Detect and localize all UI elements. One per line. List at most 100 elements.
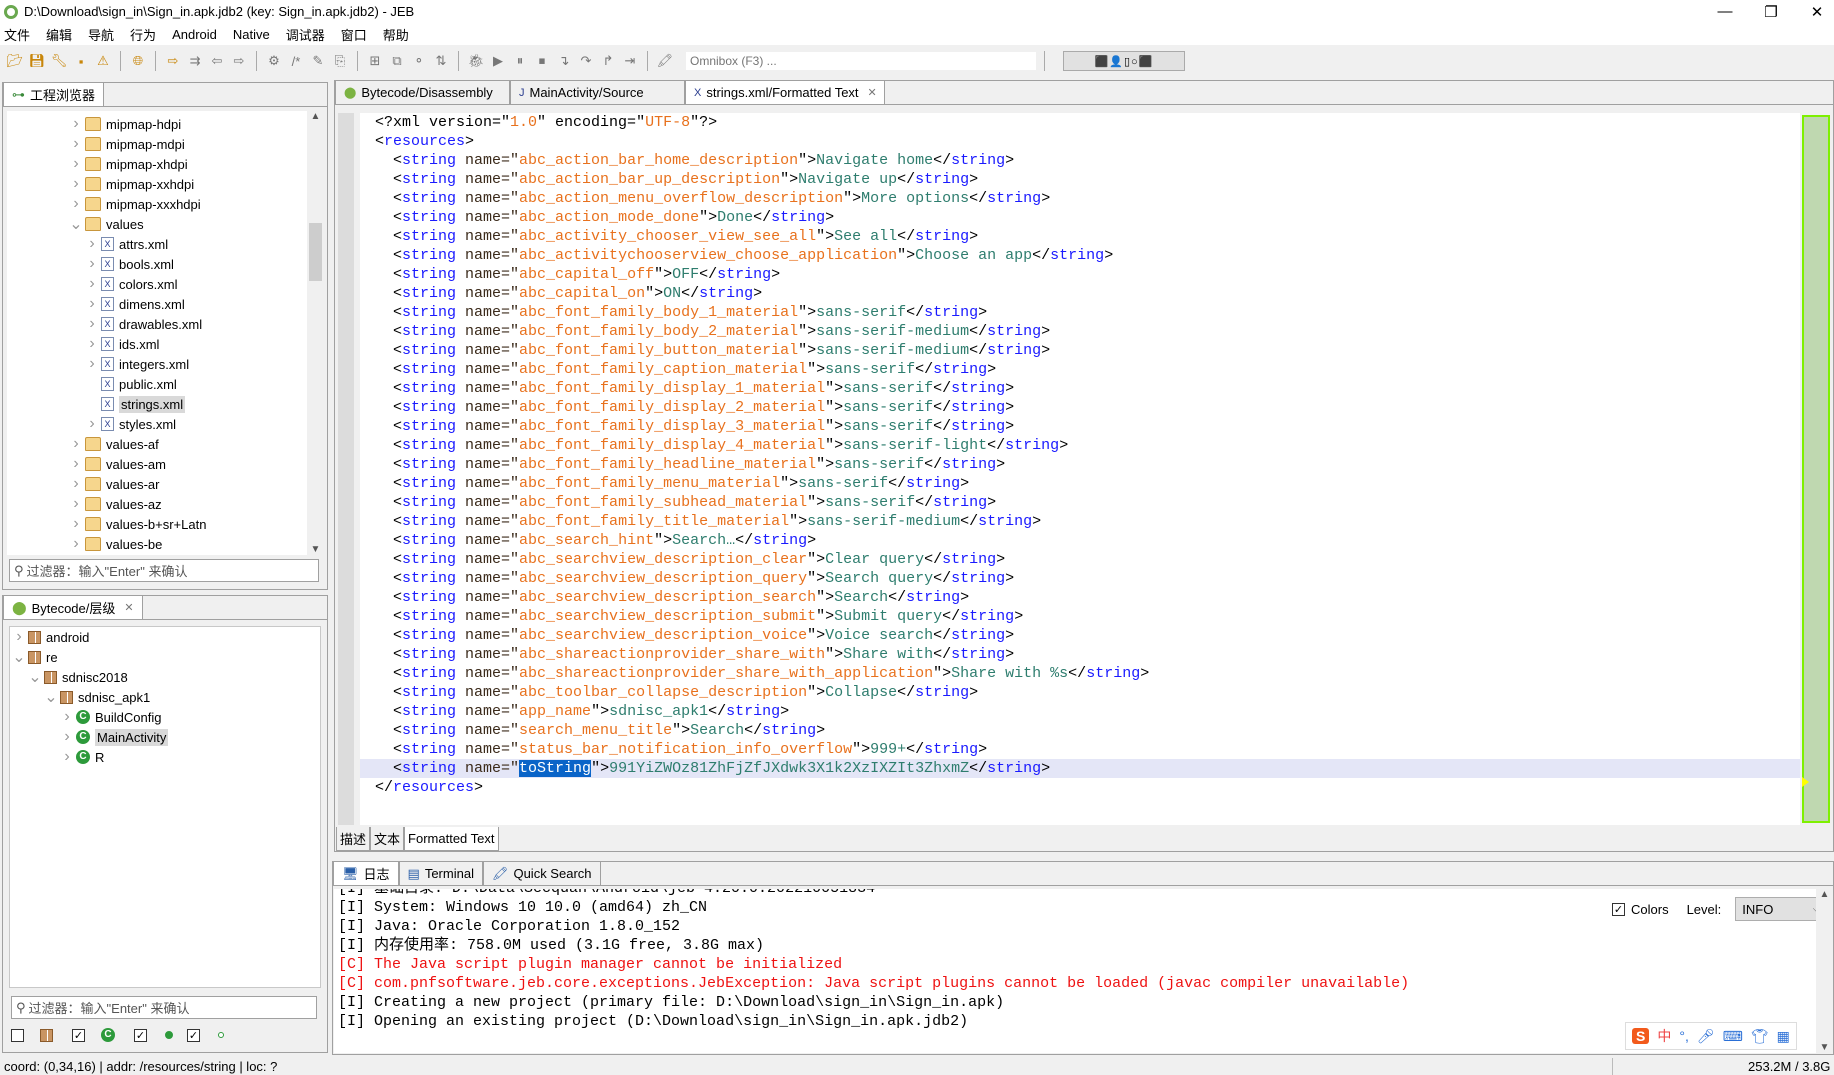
code-line[interactable]: <string name="abc_action_bar_home_descri… xyxy=(360,151,1800,170)
level-select[interactable]: INFO⌵ xyxy=(1735,897,1828,921)
chevron-right-icon[interactable]: › xyxy=(60,708,74,726)
close-tab-icon[interactable]: ✕ xyxy=(868,86,877,99)
code-line[interactable]: <string name="abc_search_hint">Search…</… xyxy=(360,531,1800,550)
menu-6[interactable]: 调试器 xyxy=(286,25,325,44)
code-line[interactable]: <string name="status_bar_notification_in… xyxy=(360,740,1800,759)
code-line[interactable]: <string name="abc_font_family_display_1_… xyxy=(360,379,1800,398)
code-line[interactable]: <string name="abc_font_family_body_1_mat… xyxy=(360,303,1800,322)
chevron-right-icon[interactable]: › xyxy=(69,455,83,473)
wrench-icon[interactable]: 🔧︎ xyxy=(50,52,68,70)
scrollbar-thumb[interactable] xyxy=(309,223,322,281)
chevron-right-icon[interactable]: › xyxy=(69,435,83,453)
tree-item[interactable]: › Xintegers.xml xyxy=(7,354,307,374)
terminal-icon[interactable]: ▪ xyxy=(72,52,90,70)
stop-icon[interactable]: ⏹ xyxy=(533,52,551,70)
menu-5[interactable]: Native xyxy=(233,27,270,42)
code-line[interactable]: <string name="abc_searchview_description… xyxy=(360,626,1800,645)
pause-icon[interactable]: ⏸ xyxy=(511,52,529,70)
bytecode-filter-input[interactable]: ⚲ 过滤器：输入"Enter" 来确认 xyxy=(11,996,317,1019)
menu-7[interactable]: 窗口 xyxy=(341,25,367,44)
tab-editor-0[interactable]: ⬤ Bytecode/Disassembly xyxy=(335,80,510,104)
code-line[interactable]: <string name="abc_font_family_title_mate… xyxy=(360,512,1800,531)
chevron-right-icon[interactable]: › xyxy=(85,235,99,253)
tab-view-0[interactable]: 描述 xyxy=(336,827,371,851)
run-icon[interactable]: ▶ xyxy=(489,52,507,70)
tree-item[interactable]: › Xdrawables.xml xyxy=(7,314,307,334)
menu-0[interactable]: 文件 xyxy=(4,25,30,44)
tree-item[interactable]: › mipmap-hdpi xyxy=(7,114,307,134)
step-over-icon[interactable]: ↷ xyxy=(577,52,595,70)
chevron-right-icon[interactable]: › xyxy=(69,515,83,533)
tree-item[interactable]: › values-am xyxy=(7,454,307,474)
restore-button[interactable]: ❐ xyxy=(1748,0,1794,23)
chevron-down-icon[interactable]: ⌄ xyxy=(69,214,83,234)
menu-2[interactable]: 导航 xyxy=(88,25,114,44)
tree-item[interactable]: › C BuildConfig xyxy=(10,707,320,727)
tree-item[interactable]: ⌄ sdnisc2018 xyxy=(10,667,320,687)
code-line[interactable]: <string name="abc_font_family_display_4_… xyxy=(360,436,1800,455)
tab-view-2[interactable]: Formatted Text xyxy=(404,827,499,851)
export-icon[interactable]: ⎘ xyxy=(331,52,349,70)
tree-item[interactable]: Xstrings.xml xyxy=(7,394,307,414)
chevron-right-icon[interactable]: › xyxy=(85,255,99,273)
nodes-icon[interactable]: ⚬ xyxy=(410,52,428,70)
jump-ref-icon[interactable]: ⇉ xyxy=(186,52,204,70)
marker-icon[interactable]: 🖍︎ xyxy=(656,52,674,70)
chevron-right-icon[interactable]: › xyxy=(60,748,74,766)
tree-item[interactable]: › Xstyles.xml xyxy=(7,414,307,434)
code-line[interactable]: <string name="abc_font_family_button_mat… xyxy=(360,341,1800,360)
chevron-right-icon[interactable]: › xyxy=(69,175,83,193)
step-into-icon[interactable]: ↴ xyxy=(555,52,573,70)
code-line[interactable]: <string name="abc_capital_on">ON</string… xyxy=(360,284,1800,303)
decompile-icon[interactable]: ⚙ xyxy=(265,52,283,70)
ime-toolbar[interactable]: S 中 °, 🎤︎ ⌨ 👕︎ ▦ xyxy=(1625,1022,1797,1050)
back-icon[interactable]: ⇦ xyxy=(208,52,226,70)
chevron-right-icon[interactable]: › xyxy=(85,415,99,433)
grid-icon[interactable]: ⊞ xyxy=(366,52,384,70)
tree-item[interactable]: Xpublic.xml xyxy=(7,374,307,394)
tree-item[interactable]: › C R xyxy=(10,747,320,767)
code-line[interactable]: <string name="abc_searchview_description… xyxy=(360,569,1800,588)
tab-bytecode-hierarchy[interactable]: ⬤ Bytecode/层级 ✕ xyxy=(3,595,143,619)
project-filter-input[interactable]: ⚲ 过滤器：输入"Enter" 来确认 xyxy=(9,559,319,582)
menu-4[interactable]: Android xyxy=(172,27,217,42)
filter-toggle-checkbox[interactable]: ✓ xyxy=(134,1028,147,1042)
tree-item[interactable]: ⌄ sdnisc_apk1 xyxy=(10,687,320,707)
chevron-right-icon[interactable]: › xyxy=(60,728,74,746)
code-line[interactable]: <string name="abc_toolbar_collapse_descr… xyxy=(360,683,1800,702)
code-line[interactable]: <string name="abc_font_family_subhead_ma… xyxy=(360,493,1800,512)
close-window-button[interactable]: ✕ xyxy=(1794,0,1834,23)
chevron-down-icon[interactable]: ⌄ xyxy=(28,667,42,687)
chevron-right-icon[interactable]: › xyxy=(85,275,99,293)
project-tree-scrollbar[interactable]: ▲ ▼ xyxy=(307,111,324,555)
tree-item[interactable]: › android xyxy=(10,627,320,647)
code-line[interactable]: <string name="abc_searchview_description… xyxy=(360,588,1800,607)
overview-ruler[interactable] xyxy=(1802,115,1830,823)
tree-item[interactable]: › mipmap-mdpi xyxy=(7,134,307,154)
menu-8[interactable]: 帮助 xyxy=(383,25,409,44)
code-line[interactable]: <string name="abc_activitychooserview_ch… xyxy=(360,246,1800,265)
code-line[interactable]: <string name="abc_searchview_description… xyxy=(360,550,1800,569)
tab-console-2[interactable]: 🖍︎ Quick Search xyxy=(482,861,601,885)
code-line[interactable]: <string name="app_name">sdnisc_apk1</str… xyxy=(360,702,1800,721)
chevron-right-icon[interactable]: › xyxy=(69,195,83,213)
tree-item[interactable]: › Xattrs.xml xyxy=(7,234,307,254)
comment-icon[interactable]: /* xyxy=(287,52,305,70)
tab-console-0[interactable]: 🖥︎ 日志 xyxy=(333,861,399,885)
tree-item[interactable]: › Xbools.xml xyxy=(7,254,307,274)
globe-icon[interactable]: 🌐︎ xyxy=(129,52,147,70)
save-icon[interactable]: 💾︎ xyxy=(28,52,46,70)
code-line[interactable]: <string name="abc_font_family_menu_mater… xyxy=(360,474,1800,493)
minimize-button[interactable]: — xyxy=(1702,0,1748,23)
tab-editor-2[interactable]: Xstrings.xml/Formatted Text ✕ xyxy=(685,80,885,104)
tree-item[interactable]: › Xcolors.xml xyxy=(7,274,307,294)
tab-editor-1[interactable]: J MainActivity/Source xyxy=(510,80,685,104)
code-line[interactable]: <string name="abc_capital_off">OFF</stri… xyxy=(360,265,1800,284)
step-out-icon[interactable]: ↱ xyxy=(599,52,617,70)
menu-3[interactable]: 行为 xyxy=(130,25,156,44)
chevron-right-icon[interactable]: › xyxy=(85,355,99,373)
rename-icon[interactable]: ✎ xyxy=(309,52,327,70)
step-return-icon[interactable]: ⇥ xyxy=(621,52,639,70)
chevron-right-icon[interactable]: › xyxy=(69,155,83,173)
tree-item[interactable]: › mipmap-xxhdpi xyxy=(7,174,307,194)
